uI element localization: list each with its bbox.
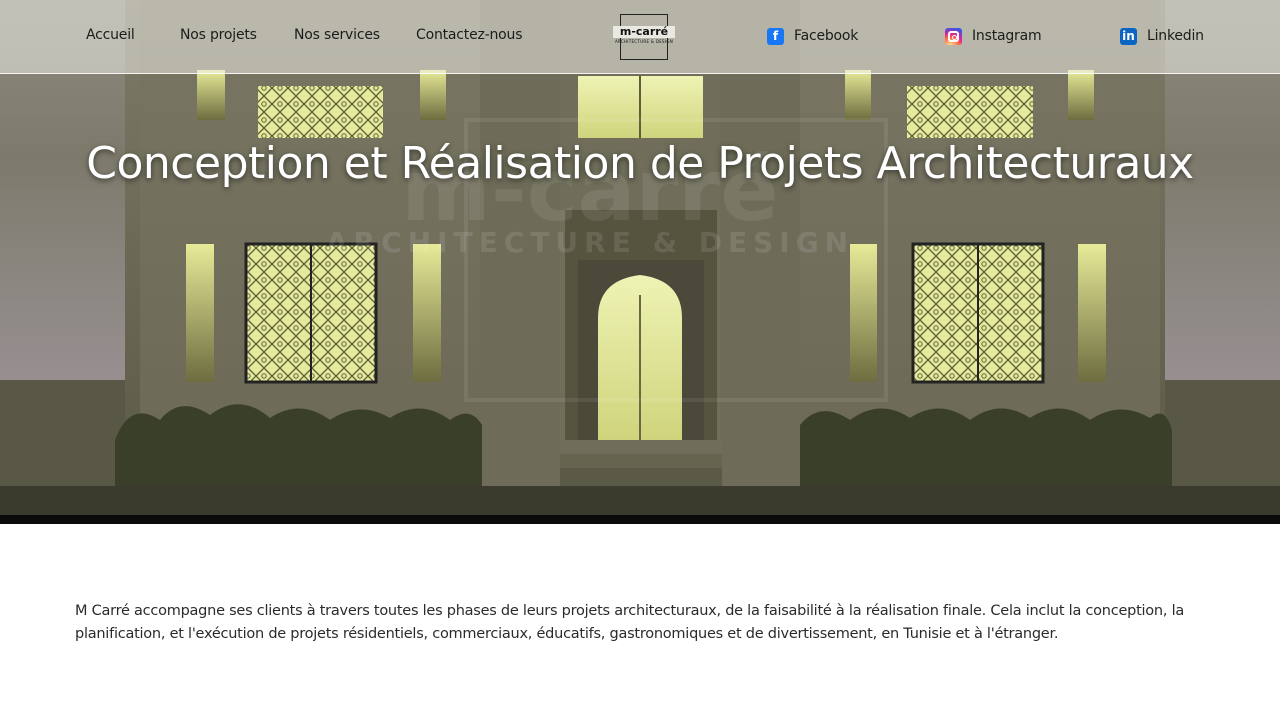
instagram-link[interactable]: Instagram xyxy=(945,27,1042,45)
instagram-label: Instagram xyxy=(972,28,1042,44)
hero-bottom-bar xyxy=(0,515,1280,524)
nav-link-accueil[interactable]: Accueil xyxy=(86,27,135,43)
svg-text:ARCHITECTURE & DESIGN: ARCHITECTURE & DESIGN xyxy=(326,226,854,259)
intro-paragraph: M Carré accompagne ses clients à travers… xyxy=(75,603,1184,642)
building-facade-image: m-carré ARCHITECTURE & DESIGN xyxy=(0,0,1280,516)
logo-name: m-carré xyxy=(613,26,675,38)
hero-title: Conception et Réalisation de Projets Arc… xyxy=(86,138,1194,189)
nav-link-nos-services[interactable]: Nos services xyxy=(294,27,380,43)
linkedin-icon: in xyxy=(1120,27,1137,45)
nav-link-contactez-nous[interactable]: Contactez-nous xyxy=(416,27,522,43)
linkedin-link[interactable]: in Linkedin xyxy=(1120,27,1204,45)
facebook-icon: f xyxy=(767,27,784,45)
facebook-label: Facebook xyxy=(794,28,859,44)
nav-link-nos-projets[interactable]: Nos projets xyxy=(180,27,257,43)
site-logo[interactable]: m-carré ARCHITECTURE & DESIGN xyxy=(613,14,675,60)
facebook-link[interactable]: f Facebook xyxy=(767,27,858,45)
logo-tagline: ARCHITECTURE & DESIGN xyxy=(614,39,674,44)
hero-banner: m-carré ARCHITECTURE & DESIGN xyxy=(0,0,1280,524)
linkedin-label: Linkedin xyxy=(1147,28,1204,44)
top-navigation-bar: Accueil Nos projets Nos services Contact… xyxy=(0,0,1280,74)
instagram-icon xyxy=(945,27,962,45)
